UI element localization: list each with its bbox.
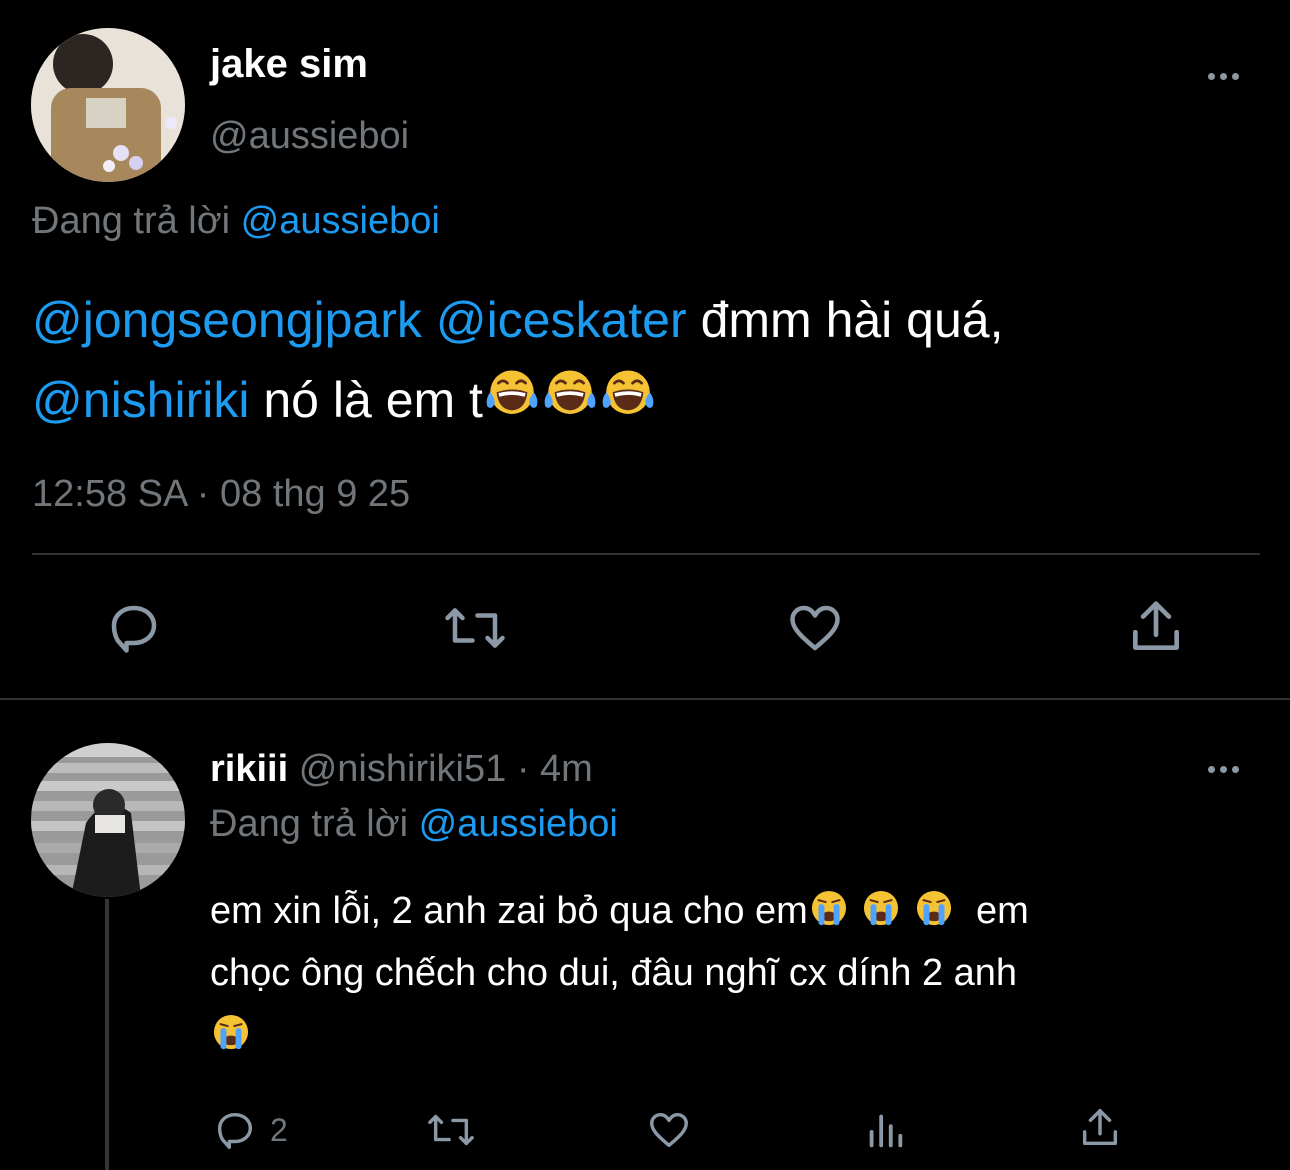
views-icon	[869, 1114, 903, 1148]
share-button[interactable]	[1077, 1105, 1123, 1151]
retweet-icon	[445, 608, 505, 648]
more-options-icon[interactable]	[1208, 766, 1239, 773]
laughing-emoji-icon	[541, 365, 599, 423]
like-icon	[790, 605, 840, 651]
mention-iceskater[interactable]: @iceskater	[436, 292, 687, 348]
crying-emoji-icon	[210, 1011, 252, 1053]
reply-text-1-tail: em	[976, 890, 1029, 932]
divider	[32, 553, 1260, 555]
reply-button[interactable]	[104, 598, 164, 658]
replying-to-label: Đang trả lời	[32, 200, 231, 242]
crying-emoji-icon	[913, 887, 955, 929]
share-icon	[1082, 1109, 1118, 1146]
tweet-text-1: đmm hài quá,	[700, 292, 1004, 348]
thread-line	[105, 899, 109, 1170]
like-icon	[650, 1112, 688, 1148]
display-name-rikiii[interactable]: rikiii	[210, 748, 288, 790]
replying-to-label: Đang trả lời	[210, 803, 409, 845]
share-button[interactable]	[1125, 596, 1187, 658]
laughing-emoji-icon	[599, 365, 657, 423]
reply-header: rikiii @nishiriki51 · 4m	[210, 748, 593, 791]
more-options-icon[interactable]	[1208, 73, 1239, 80]
reply-body: em xin lỗi, 2 anh zai bỏ qua cho em em c…	[210, 880, 1270, 1066]
tweet-timestamp[interactable]: 12:58 SA · 08 thg 9 25	[32, 473, 410, 516]
display-name-jake[interactable]: jake sim	[210, 42, 368, 87]
reply-button[interactable]: 2	[212, 1107, 288, 1153]
retweet-button[interactable]	[425, 1107, 477, 1153]
mention-jongseongjpark[interactable]: @jongseongjpark	[32, 292, 422, 348]
handle-jake[interactable]: @aussieboi	[210, 115, 409, 158]
mention-nishiriki[interactable]: @nishiriki	[32, 372, 249, 428]
retweet-icon	[428, 1114, 474, 1146]
replying-to-mention[interactable]: @aussieboi	[241, 200, 440, 242]
share-icon	[1133, 601, 1179, 650]
replying-to-mention[interactable]: @aussieboi	[419, 803, 618, 845]
like-button[interactable]	[784, 598, 846, 658]
crying-emoji-icon	[808, 887, 850, 929]
handle-rikiii[interactable]: @nishiriki51	[299, 748, 507, 790]
reply-text-2: chọc ông chếch cho dui, đâu nghĩ cx dính…	[210, 952, 1018, 994]
replying-to-line: Đang trả lời @aussieboi	[32, 200, 440, 243]
reply-icon	[217, 1112, 253, 1149]
tweet-text-2: nó là em t	[263, 372, 483, 428]
reply-count: 2	[270, 1111, 288, 1148]
reply-replying-to-line: Đang trả lời @aussieboi	[210, 803, 618, 846]
crying-emoji-icon	[860, 887, 902, 929]
tweet-body: @jongseongjpark @iceskater đmm hài quá, …	[32, 280, 1272, 440]
retweet-button[interactable]	[442, 598, 508, 658]
avatar-jake[interactable]	[31, 28, 185, 182]
reply-text-1: em xin lỗi, 2 anh zai bỏ qua cho em	[210, 890, 808, 932]
reply-time[interactable]: 4m	[540, 748, 593, 790]
views-button[interactable]	[862, 1107, 908, 1153]
reply-icon	[111, 605, 157, 653]
section-divider	[0, 698, 1290, 700]
like-button[interactable]	[645, 1107, 693, 1153]
header-separator: ·	[516, 748, 530, 790]
avatar-rikiii[interactable]	[31, 743, 185, 897]
laughing-emoji-icon	[483, 365, 541, 423]
